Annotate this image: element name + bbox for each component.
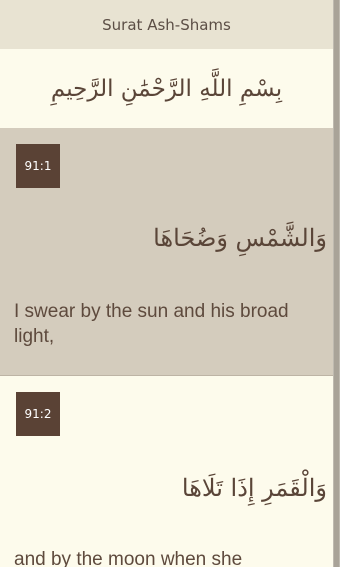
app-window: Surat Ash-Shams بِسْمِ اللَّهِ الرَّحْمَ… [0,0,340,567]
scrollbar[interactable] [333,0,340,567]
verse-number-badge: 91:1 [16,144,60,188]
basmala: بِسْمِ اللَّهِ الرَّحْمَٰنِ الرَّحِيمِ [0,49,333,128]
verse-arabic-text: وَالشَّمْسِ وَضُحَاهَا [153,224,327,252]
verse-translation: I swear by the sun and his broad light, [14,301,289,347]
scrollbar-thumb[interactable] [334,0,339,567]
verse-arabic-text: وَالْقَمَرِ إِذَا تَلَاهَا [181,474,327,502]
title-bar: Surat Ash-Shams [0,0,333,49]
verse-number-badge: 91:2 [16,392,60,436]
verse-translation: and by the moon when she [14,549,243,567]
page-title: Surat Ash-Shams [102,15,231,34]
verse-item[interactable]: 91:1 وَالشَّمْسِ وَضُحَاهَا I swear by t… [0,128,333,376]
verse-item[interactable]: 91:2 وَالْقَمَرِ إِذَا تَلَاهَا and by t… [0,376,333,567]
